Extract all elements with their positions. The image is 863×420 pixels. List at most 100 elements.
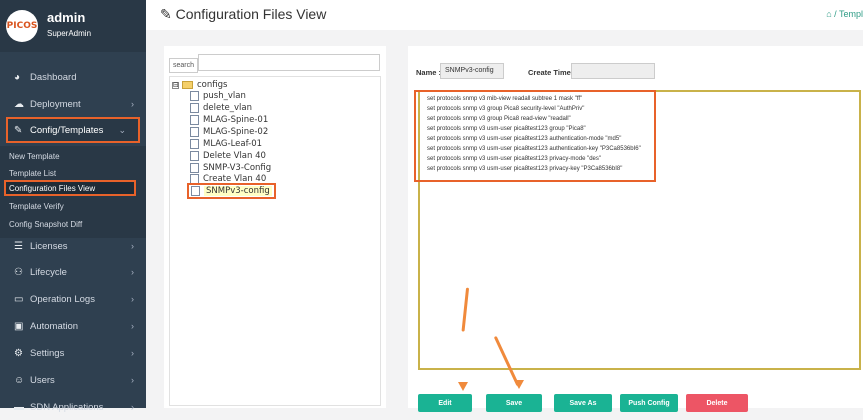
push-config-button[interactable]: Push Config [620, 394, 678, 412]
nav-deployment[interactable]: ☁ Deployment › [0, 91, 146, 117]
nav-licenses[interactable]: ☰ Licenses › [0, 233, 146, 259]
nav-label: Dashboard [30, 71, 77, 83]
nav-users[interactable]: ☺ Users › [0, 367, 146, 393]
submenu-configuration-files-view[interactable]: Configuration Files View [4, 180, 136, 196]
nav-lifecycle[interactable]: ⚇ Lifecycle › [0, 259, 146, 285]
submenu-template-verify[interactable]: Template Verify [6, 198, 64, 214]
folder-icon [182, 81, 193, 89]
arrow-head-icon [514, 380, 524, 389]
tree-file[interactable]: MLAG-Spine-02 [190, 127, 268, 137]
file-icon [190, 103, 199, 113]
name-label: Name : [416, 68, 442, 77]
file-icon [190, 139, 199, 149]
tree-file[interactable]: Delete Vlan 40 [190, 151, 266, 161]
submenu-config-snapshot-diff[interactable]: Config Snapshot Diff [6, 216, 82, 232]
tree-file[interactable]: SNMP-V3-Config [190, 163, 271, 173]
nav-label: Settings [30, 347, 65, 359]
file-tree-panel: search ⊟ configs push_vlan delete_vlan M… [164, 46, 386, 408]
arrow-head-icon [458, 382, 468, 391]
submenu-new-template[interactable]: New Template [6, 148, 60, 164]
nav-config-templates[interactable]: ✎ Config/Templates ⌄ [6, 117, 140, 143]
user-name[interactable]: admin [47, 10, 85, 25]
name-field[interactable]: SNMPv3-config [440, 63, 504, 79]
dashboard-icon: ◕ [14, 71, 21, 83]
network-icon: ▬ [14, 401, 24, 413]
nav-operation-logs[interactable]: ▭ Operation Logs › [0, 286, 146, 312]
config-line: set protocols snmp v3 usm-user pica8test… [427, 156, 602, 162]
tree-file-label: push_vlan [203, 91, 246, 101]
search-label: search [169, 58, 199, 73]
nav-dashboard[interactable]: ◕ Dashboard [0, 64, 146, 90]
profile-header: PICOS admin SuperAdmin [0, 0, 146, 52]
terminal-icon: ▣ [14, 320, 24, 332]
file-icon [191, 186, 200, 196]
page-title: ✎ Configuration Files View [160, 6, 326, 23]
nav-label: Lifecycle [30, 266, 67, 278]
edit-icon: ✎ [160, 6, 172, 22]
config-templates-submenu: New Template Template List Configuration… [0, 146, 146, 238]
nav-sdn-applications[interactable]: ▬ SDN Applications › [0, 394, 146, 420]
nav-label: Automation [30, 320, 79, 332]
nav-label: Config/Templates [30, 124, 104, 136]
tree-file-label: MLAG-Leaf-01 [203, 139, 263, 149]
nav-label: Deployment [30, 98, 81, 110]
home-icon[interactable]: ⌂ [826, 9, 831, 19]
tree-file[interactable]: MLAG-Leaf-01 [190, 139, 262, 149]
config-line: set protocols snmp v3 usm-user pica8test… [427, 136, 622, 142]
tree-file[interactable]: push_vlan [190, 91, 246, 101]
file-icon [190, 127, 199, 137]
save-button[interactable]: Save [486, 394, 542, 412]
nav-label: SDN Applications [30, 401, 104, 413]
config-editor-panel: Name : SNMPv3-config Create Time : set p… [408, 46, 863, 412]
chevron-right-icon: › [131, 99, 134, 109]
tree-file-selected[interactable]: SNMPv3-config [187, 183, 276, 199]
config-line: set protocols snmp v3 usm-user pica8test… [427, 146, 641, 152]
tree-file[interactable]: MLAG-Spine-01 [190, 115, 268, 125]
edit-button[interactable]: Edit [418, 394, 472, 412]
page-header: ✎ Configuration Files View ⌂ / Templ [146, 0, 863, 30]
create-time-label: Create Time : [528, 68, 576, 77]
config-line: set protocols snmp v3 mib-view readall s… [427, 96, 583, 102]
file-icon [190, 151, 199, 161]
page-title-text: Configuration Files View [175, 6, 327, 22]
chevron-down-icon: ⌄ [118, 124, 126, 135]
tree-root-label: configs [197, 80, 228, 90]
delete-button[interactable]: Delete [686, 394, 748, 412]
collapse-icon[interactable]: ⊟ [172, 81, 179, 89]
sidebar: PICOS admin SuperAdmin ◕ Dashboard ☁ Dep… [0, 0, 146, 413]
tree-root-configs[interactable]: ⊟ configs [172, 80, 227, 90]
nav-label: Users [30, 374, 55, 386]
nav-settings[interactable]: ⚙ Settings › [0, 340, 146, 366]
file-icon [190, 163, 199, 173]
breadcrumb-text[interactable]: / Templ [834, 9, 863, 19]
create-time-field[interactable] [571, 63, 655, 79]
chevron-right-icon: › [131, 321, 134, 331]
chevron-right-icon: › [131, 402, 134, 412]
sitemap-icon: ⚇ [14, 266, 23, 278]
chevron-right-icon: › [131, 294, 134, 304]
config-line: set protocols snmp v3 group Pica8 read-v… [427, 116, 571, 122]
tree-file[interactable]: delete_vlan [190, 103, 252, 113]
file-icon [190, 91, 199, 101]
search-input[interactable] [198, 54, 380, 71]
monitor-icon: ▭ [14, 293, 24, 305]
nav-automation[interactable]: ▣ Automation › [0, 313, 146, 339]
chevron-right-icon: › [131, 375, 134, 385]
tree-file-label: SNMP-V3-Config [203, 163, 272, 173]
config-line: set protocols snmp v3 group Pica8 securi… [427, 106, 585, 112]
user-role: SuperAdmin [47, 29, 92, 38]
config-line: set protocols snmp v3 usm-user pica8test… [427, 166, 623, 172]
submenu-template-list[interactable]: Template List [6, 165, 56, 181]
gears-icon: ⚙ [14, 347, 23, 359]
tree-file-label: delete_vlan [203, 103, 253, 113]
chevron-right-icon: › [131, 241, 134, 251]
tree-file-label: SNMPv3-config [204, 186, 272, 196]
save-as-button[interactable]: Save As [554, 394, 612, 412]
edit-icon: ✎ [14, 124, 23, 136]
chevron-right-icon: › [131, 348, 134, 358]
cloud-icon: ☁ [14, 98, 24, 110]
tree-file-label: MLAG-Spine-02 [203, 127, 269, 137]
tree-file-label: MLAG-Spine-01 [203, 115, 269, 125]
list-icon: ☰ [14, 240, 23, 252]
picos-logo: PICOS [6, 10, 38, 42]
